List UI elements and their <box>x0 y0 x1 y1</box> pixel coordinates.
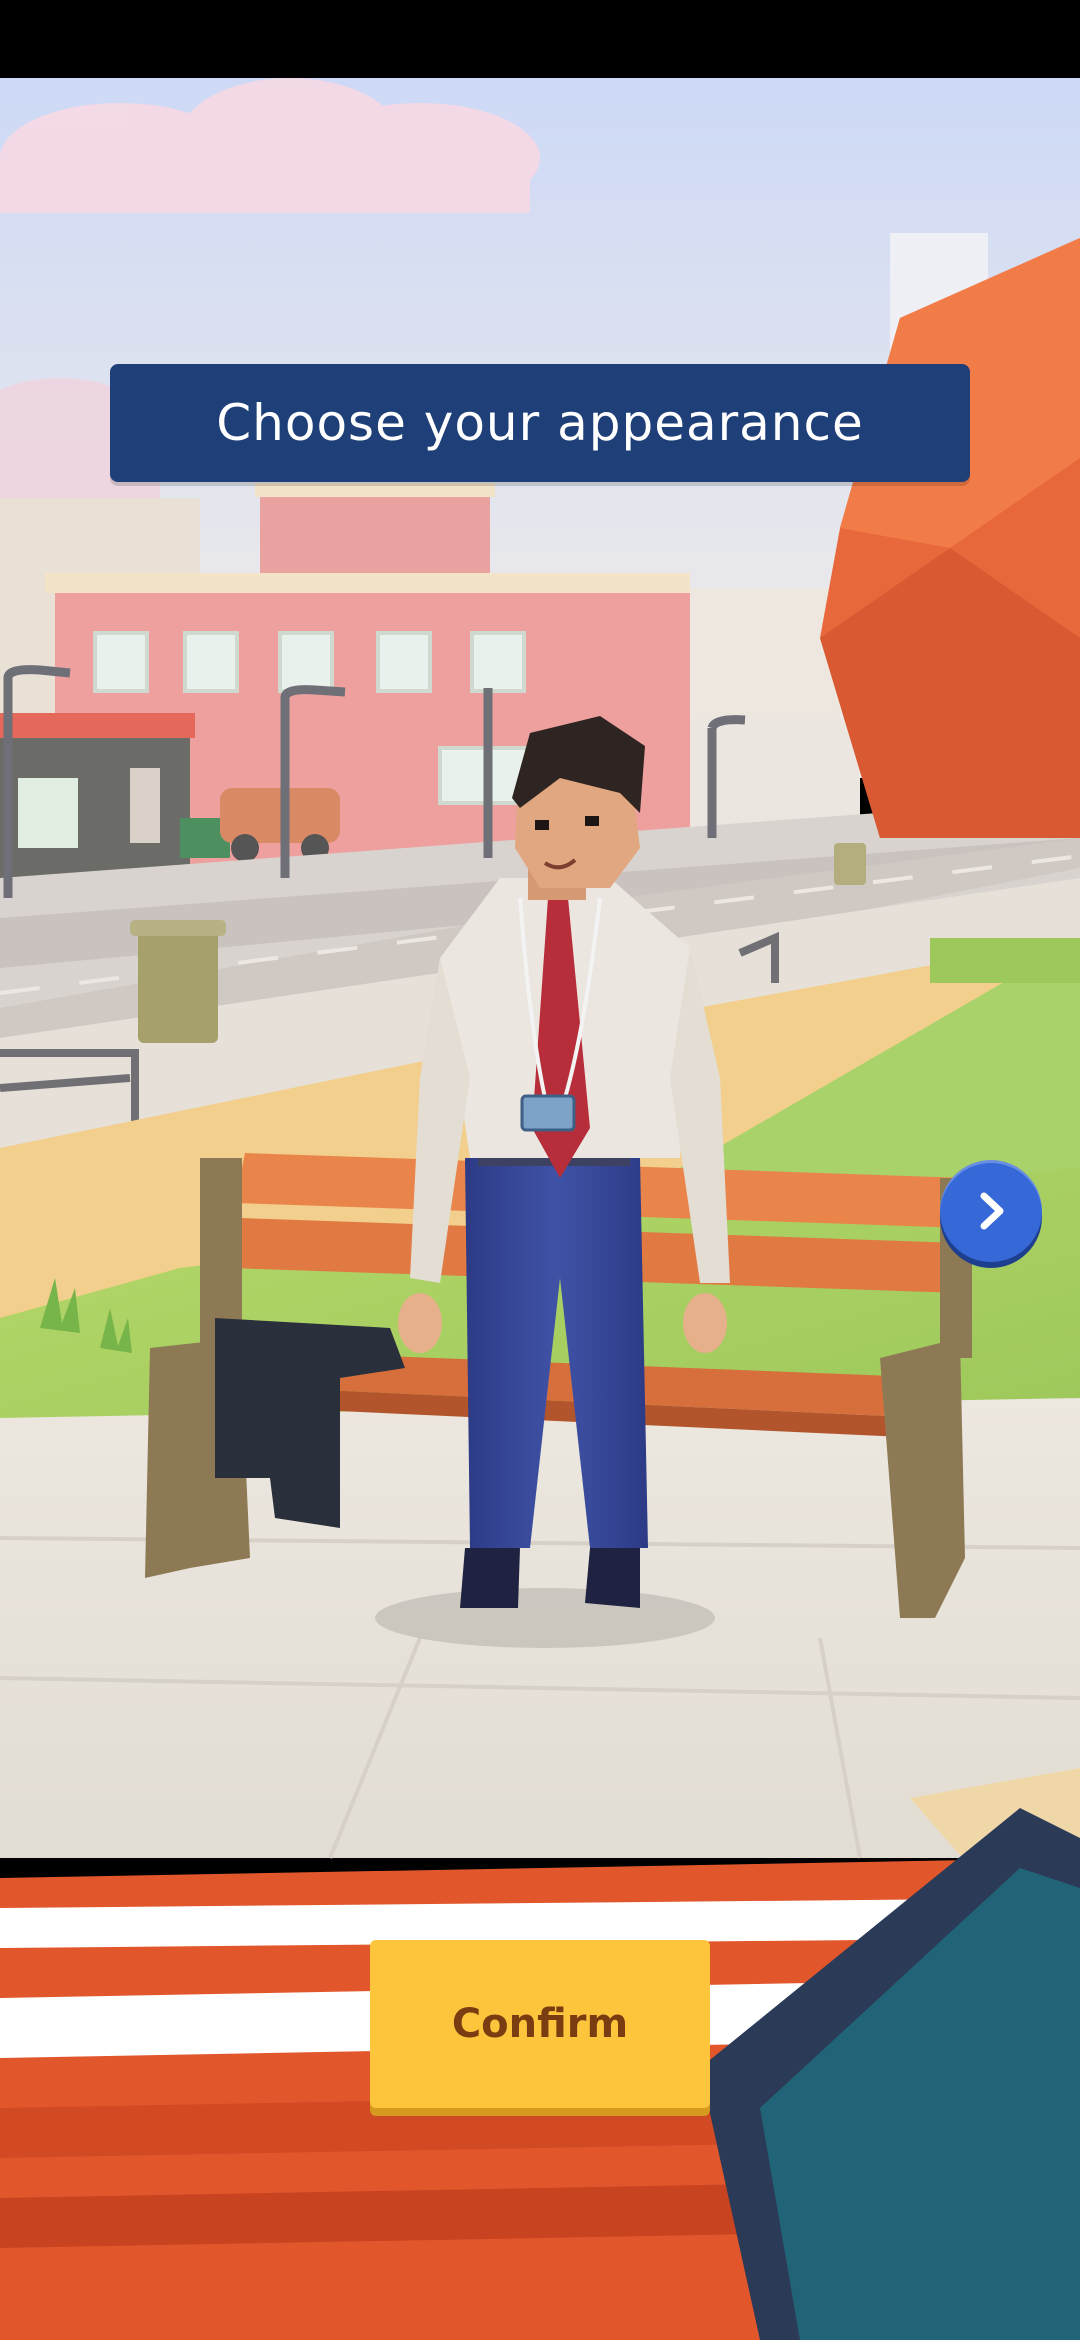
confirm-button[interactable]: Confirm <box>370 1940 710 2108</box>
page-title: Choose your appearance <box>216 394 864 452</box>
next-appearance-button[interactable] <box>940 1160 1042 1262</box>
game-screen: Choose your appearance Confirm <box>0 0 1080 2340</box>
confirm-label: Confirm <box>451 2001 629 2047</box>
status-bar <box>0 0 1080 78</box>
chevron-right-icon <box>980 1192 1004 1230</box>
title-banner: Choose your appearance <box>110 364 970 482</box>
